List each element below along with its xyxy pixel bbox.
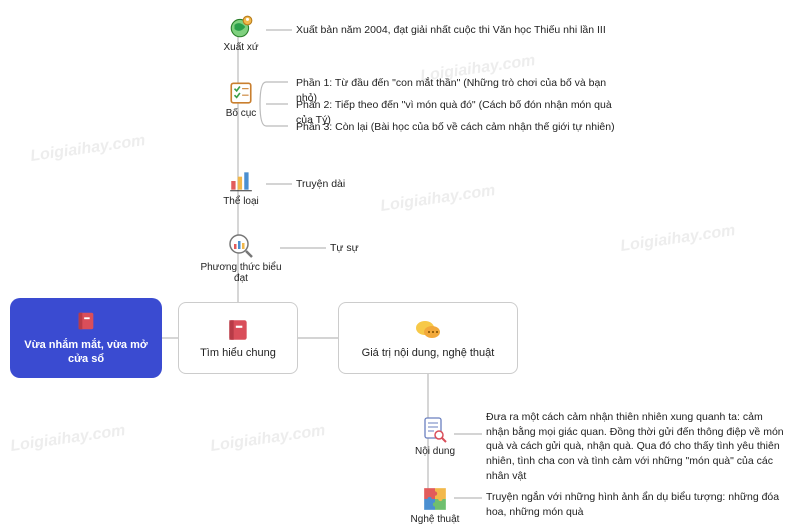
book-icon	[75, 310, 97, 332]
node-content: Nội dung	[390, 416, 480, 457]
chat-icon	[414, 317, 442, 343]
node-value: Giá trị nội dung, nghệ thuật	[338, 302, 518, 374]
leaf-layout-p3: Phần 3: Còn lại (Bài học của bố về cách …	[296, 120, 615, 135]
leaf-content: Đưa ra một cách cảm nhận thiên nhiên xun…	[486, 410, 786, 483]
watermark: Loigiaihay.com	[619, 222, 736, 256]
node-mode: Phương thức biểu đạt	[196, 232, 286, 284]
node-layout-caption: Bố cục	[226, 108, 257, 119]
node-layout: Bố cục	[196, 80, 286, 119]
magnify-chart-icon	[227, 232, 255, 260]
leaf-mode: Tự sự	[330, 241, 359, 256]
root-node: Vừa nhắm mắt, vừa mở cửa sổ	[10, 298, 162, 378]
puzzle-icon	[422, 486, 448, 512]
leaf-art: Truyện ngắn với những hình ảnh ẩn dụ biể…	[486, 490, 786, 519]
node-mode-caption: Phương thức biểu đạt	[196, 262, 286, 284]
doc-search-icon	[422, 416, 448, 444]
node-art-caption: Nghệ thuật	[411, 514, 460, 525]
watermark: Loigiaihay.com	[9, 422, 126, 456]
watermark: Loigiaihay.com	[379, 182, 496, 216]
node-value-label: Giá trị nội dung, nghệ thuật	[362, 347, 495, 359]
leaf-genre: Truyện dài	[296, 177, 345, 192]
globe-icon	[228, 14, 254, 40]
node-origin: Xuất xứ	[196, 14, 286, 53]
node-general-label: Tìm hiểu chung	[200, 347, 276, 359]
watermark: Loigiaihay.com	[29, 132, 146, 166]
root-title: Vừa nhắm mắt, vừa mở cửa sổ	[18, 338, 154, 367]
book-icon	[225, 317, 251, 343]
bar-chart-icon	[228, 168, 254, 194]
node-content-caption: Nội dung	[415, 446, 455, 457]
node-origin-caption: Xuất xứ	[223, 42, 258, 53]
node-general: Tìm hiểu chung	[178, 302, 298, 374]
checklist-icon	[228, 80, 254, 106]
node-genre: Thể loại	[196, 168, 286, 207]
node-art: Nghệ thuật	[390, 486, 480, 525]
leaf-origin: Xuất bản năm 2004, đạt giải nhất cuộc th…	[296, 23, 606, 38]
watermark: Loigiaihay.com	[209, 422, 326, 456]
node-genre-caption: Thể loại	[223, 196, 259, 207]
